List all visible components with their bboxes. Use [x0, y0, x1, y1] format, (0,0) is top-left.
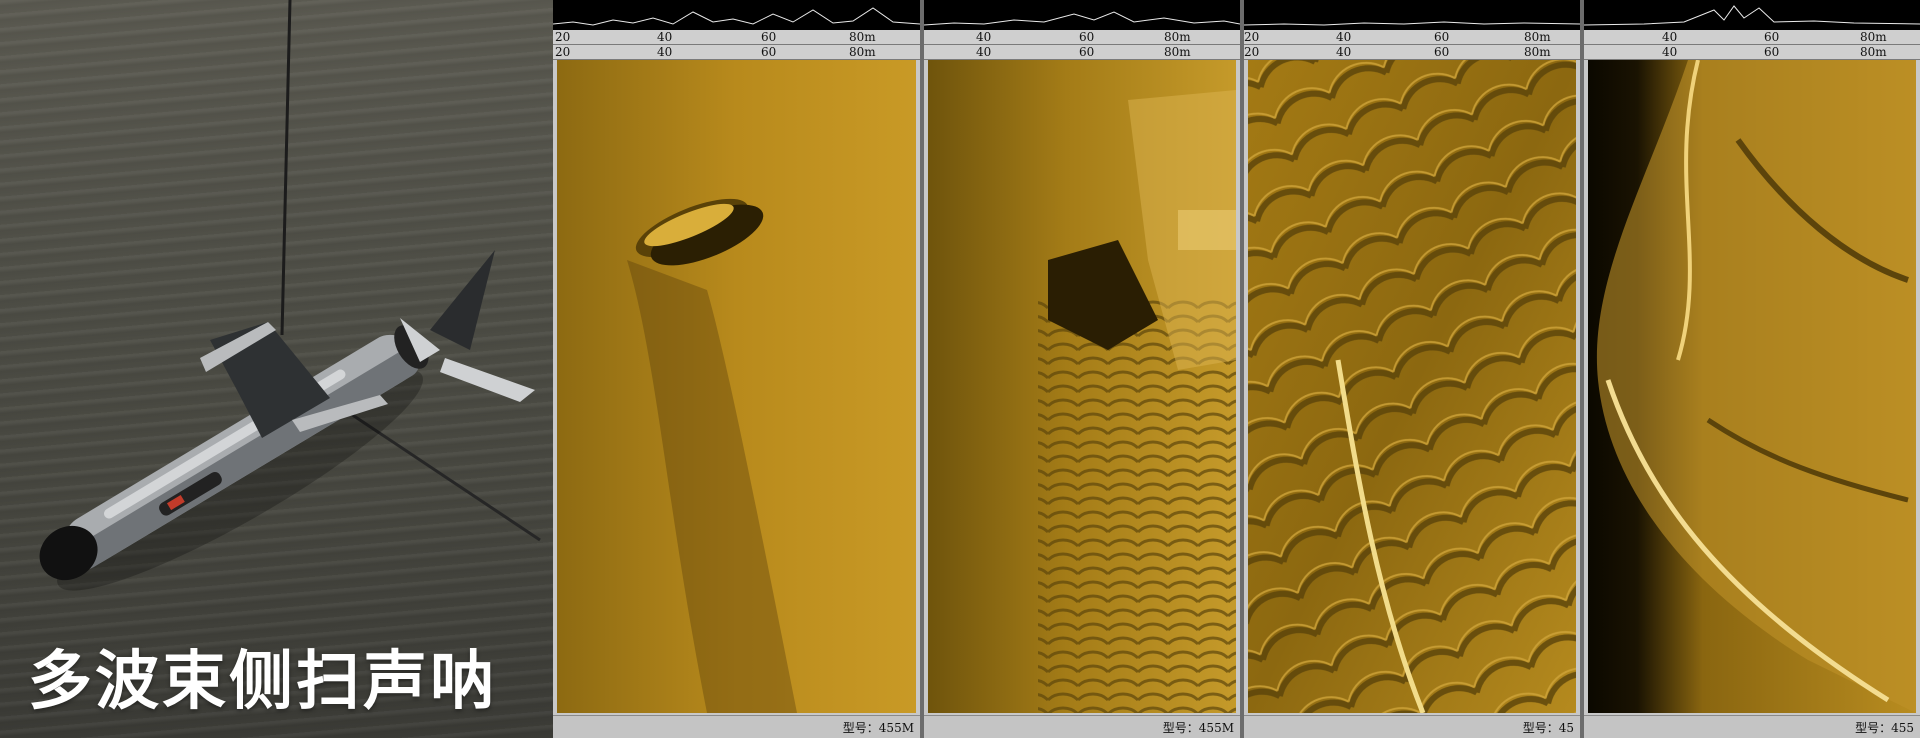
scale-tick: 80m: [1860, 30, 1887, 44]
sonar-image-outcrop: [1588, 60, 1916, 713]
scale-tick: 60: [1079, 45, 1095, 59]
scale-tick: 20: [555, 45, 571, 59]
scale-tick: 60: [1434, 30, 1450, 44]
towfish-photo: 多波束侧扫声呐: [0, 0, 553, 738]
sonar-panel-outcrop: 40 60 80m 40 60 80m 型号：455: [1584, 0, 1920, 738]
scale-tick: 80m: [849, 30, 876, 44]
scale-tick: 40: [657, 30, 673, 44]
composite-image: 多波束侧扫声呐 20 40 60 80m 20 40 60 80m 型号：455…: [0, 0, 1920, 738]
scale-tick: 60: [1079, 30, 1095, 44]
scale-tick: 20: [555, 30, 571, 44]
scale-tick: 80m: [1524, 30, 1551, 44]
scale-tick: 40: [1662, 45, 1678, 59]
model-label-bar: 型号：455M: [924, 715, 1240, 738]
sonar-image-rocks: [928, 60, 1236, 713]
range-scale-top: 20 40 60 80m: [553, 30, 920, 45]
scale-tick: 40: [976, 45, 992, 59]
range-scale-bottom: 20 40 60 80m: [1244, 45, 1580, 60]
scale-tick: 80m: [1164, 45, 1191, 59]
scale-tick: 40: [976, 30, 992, 44]
model-label-bar: 型号：45: [1244, 715, 1580, 738]
scale-tick: 80m: [1524, 45, 1551, 59]
sonar-panel-dunes: 20 40 60 80m 20 40 60 80m 型号：45: [1244, 0, 1580, 738]
range-scale-bottom: 40 60 80m: [924, 45, 1240, 60]
scale-tick: 40: [657, 45, 673, 59]
sonar-image-shipwreck: [557, 60, 916, 713]
sonar-towfish-icon: [39, 0, 541, 591]
scale-tick: 60: [1434, 45, 1450, 59]
range-scale-bottom: 40 60 80m: [1584, 45, 1920, 60]
sonar-panel-shipwreck: 20 40 60 80m 20 40 60 80m 型号：455M: [553, 0, 920, 738]
model-label: 型号：455M: [1162, 721, 1234, 735]
sonar-waveform: [1244, 0, 1580, 30]
model-label-bar: 型号：455M: [553, 715, 920, 738]
photo-title: 多波束侧扫声呐: [28, 645, 497, 719]
scale-tick: 60: [1764, 30, 1780, 44]
model-label: 型号：455M: [842, 721, 914, 735]
scale-tick: 60: [761, 30, 777, 44]
range-scale-bottom: 20 40 60 80m: [553, 45, 920, 60]
sonar-waveform: [553, 0, 920, 30]
model-label-bar: 型号：455: [1584, 715, 1920, 738]
range-scale-top: 40 60 80m: [1584, 30, 1920, 45]
scale-tick: 40: [1662, 30, 1678, 44]
model-label: 型号：455: [1855, 721, 1914, 735]
scale-tick: 20: [1244, 30, 1260, 44]
sonar-waveform: [924, 0, 1240, 30]
scale-tick: 40: [1336, 45, 1352, 59]
sonar-image-dunes: [1248, 60, 1576, 713]
range-scale-top: 40 60 80m: [924, 30, 1240, 45]
scale-tick: 80m: [849, 45, 876, 59]
sonar-waveform: [1584, 0, 1920, 30]
scale-tick: 80m: [1860, 45, 1887, 59]
range-scale-top: 20 40 60 80m: [1244, 30, 1580, 45]
model-label: 型号：45: [1522, 721, 1574, 735]
scale-tick: 60: [761, 45, 777, 59]
scale-tick: 40: [1336, 30, 1352, 44]
scale-tick: 60: [1764, 45, 1780, 59]
scale-tick: 20: [1244, 45, 1260, 59]
sonar-panel-rocks: 40 60 80m 40 60 80m 型号：455M: [924, 0, 1240, 738]
scale-tick: 80m: [1164, 30, 1191, 44]
